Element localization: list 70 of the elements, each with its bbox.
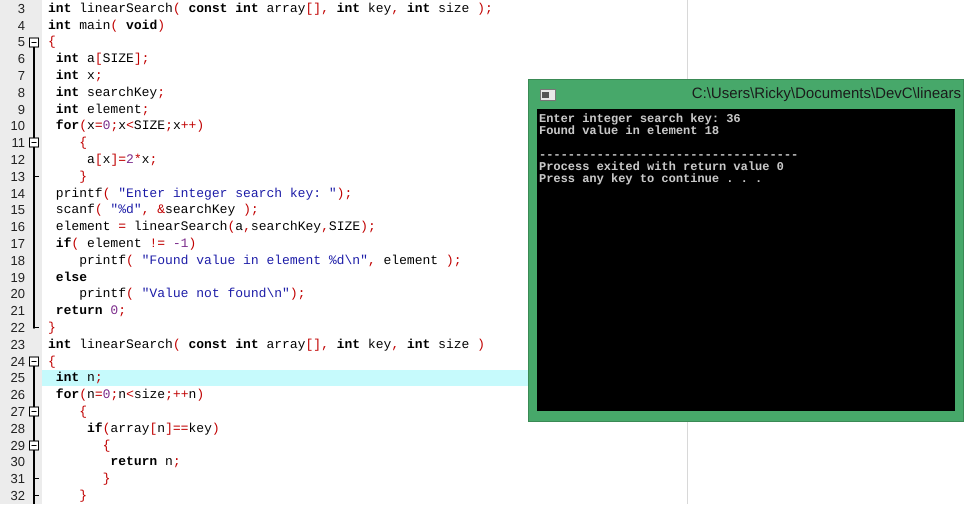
code-line: int x; <box>54 69 103 82</box>
code-line: { <box>102 438 110 452</box>
code-line: printf( "Enter integer search key: "); <box>54 186 352 200</box>
code-line: { <box>48 354 56 368</box>
line-number: 7 <box>16 69 26 82</box>
code-line: } <box>102 472 110 486</box>
collapse-icon[interactable] <box>28 436 40 454</box>
code-line: return 0; <box>54 304 126 318</box>
line-number: 28 <box>10 422 26 435</box>
line-number: 6 <box>16 52 26 66</box>
code-line: int element; <box>54 102 150 116</box>
code-line: int main( void) <box>48 18 166 32</box>
console-text: Process exited with return value 0 <box>539 161 784 173</box>
code-line: printf( "Value not found\n"); <box>78 287 306 300</box>
line-number: 12 <box>10 153 26 166</box>
collapse-icon[interactable] <box>28 134 40 152</box>
line-number: 32 <box>10 489 26 502</box>
line-number: 20 <box>10 287 26 300</box>
line-number: 23 <box>10 338 26 351</box>
line-number: 21 <box>10 304 26 318</box>
code-line: a[x]=2*x; <box>86 153 158 166</box>
line-number: 27 <box>10 405 26 418</box>
code-line: int a[SIZE]; <box>54 52 150 66</box>
collapse-icon[interactable] <box>28 403 40 420</box>
line-number: 24 <box>10 354 26 368</box>
line-number: 14 <box>10 186 26 200</box>
line-number: 10 <box>10 119 26 132</box>
line-number: 18 <box>10 254 26 267</box>
window-title: C:\Users\Ricky\Documents\DevC\linears <box>692 84 962 104</box>
console-text: Enter integer search key: 36 <box>539 113 741 125</box>
code-line: if( element != -1) <box>54 237 196 250</box>
code-line: int searchKey; <box>54 86 166 99</box>
code-line: int n; <box>54 371 103 384</box>
line-number: 16 <box>10 220 26 234</box>
line-number: 15 <box>10 203 26 216</box>
line-number: 5 <box>16 35 26 48</box>
line-number: 9 <box>16 102 26 116</box>
line-number: 26 <box>10 388 26 402</box>
code-line: else <box>54 270 88 284</box>
line-number: 29 <box>10 438 26 452</box>
code-line: { <box>78 405 88 418</box>
line-number: 19 <box>10 270 26 284</box>
code-line: } <box>78 170 88 183</box>
code-line: { <box>78 136 88 150</box>
code-line: { <box>48 35 56 48</box>
line-number: 22 <box>10 321 26 334</box>
code-line: for(x=0;x<SIZE;x++) <box>54 119 204 132</box>
console-text: Press any key to continue . . . <box>539 173 762 185</box>
code-line: for(n=0;n<size;++n) <box>54 388 204 402</box>
console-text: ------------------------------------ <box>539 149 798 161</box>
line-number: 8 <box>16 86 26 99</box>
line-number: 31 <box>10 472 26 486</box>
line-number: 25 <box>10 371 26 384</box>
console-text: Found value in element 18 <box>539 125 720 137</box>
code-line: } <box>48 321 56 334</box>
code-line: int linearSearch( const int array[], int key, int size ); <box>48 2 493 15</box>
line-number: 17 <box>10 237 26 250</box>
line-number: 13 <box>10 170 26 183</box>
code-line: return n; <box>109 455 181 468</box>
code-line: printf( "Found value in element %d\n", element ); <box>78 254 462 267</box>
line-number: 3 <box>16 2 26 15</box>
line-number: 30 <box>10 455 26 468</box>
code-line: int linearSearch( const int array[], int key, int size ) <box>48 338 485 351</box>
code-line: if(array[n]==key) <box>86 422 220 435</box>
line-number: 4 <box>16 18 26 32</box>
console-icon <box>540 88 556 100</box>
code-line: scanf( "%d", &searchKey ); <box>54 203 259 216</box>
code-line: } <box>78 489 88 502</box>
line-number: 11 <box>10 136 26 150</box>
code-line: element = linearSearch(a,searchKey,SIZE); <box>54 220 376 234</box>
